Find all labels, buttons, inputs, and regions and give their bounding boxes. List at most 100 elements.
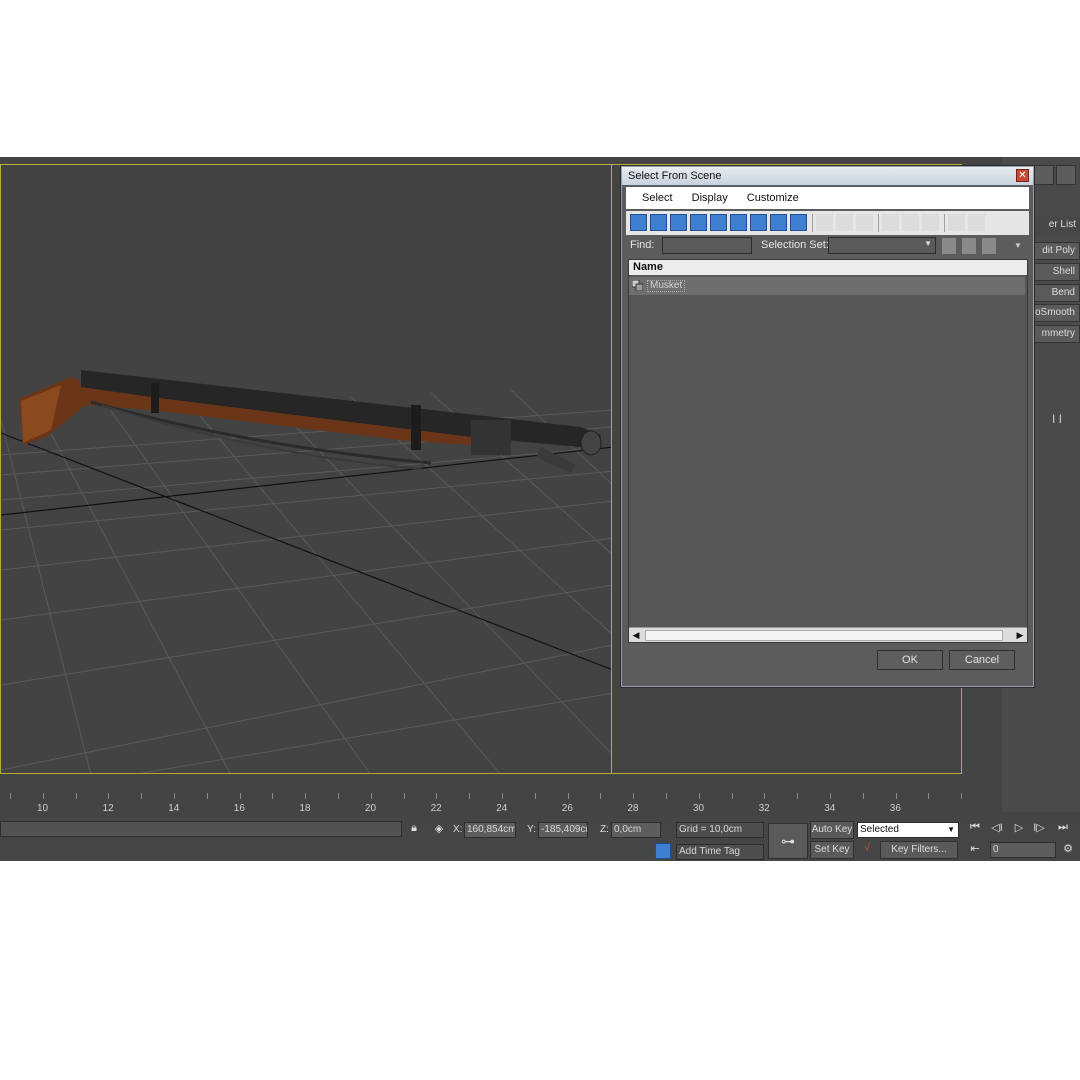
create-selection-set-icon[interactable] (942, 238, 956, 254)
time-tag-icon[interactable] (655, 843, 671, 859)
timeline-tick-label: 28 (627, 803, 639, 814)
key-curve-icon[interactable]: √ (857, 842, 877, 854)
key-mode-value: Selected (860, 824, 899, 835)
display-cameras-icon[interactable] (690, 214, 707, 231)
filter-options-icon[interactable] (968, 214, 985, 231)
grid-axis-x (1, 446, 611, 516)
timeline-tick (75, 793, 77, 799)
current-frame-spinner[interactable]: 0 (990, 842, 1056, 858)
select-invert-icon[interactable] (922, 214, 939, 231)
timeline-tick-label: 18 (299, 803, 311, 814)
go-to-start-icon[interactable]: ⏮ (966, 821, 984, 834)
ok-button[interactable]: OK (877, 650, 943, 670)
timeline-tick (42, 793, 44, 799)
chevron-down-icon: ▼ (924, 239, 932, 248)
timeline-tick (108, 793, 110, 799)
scene-object-list[interactable]: Name Musket ◀ ▶ (628, 259, 1028, 643)
selection-set-dropdown[interactable]: ▼ (828, 237, 936, 254)
x-label: X: (453, 824, 463, 835)
status-bar: 🔒︎ ◈ X: 160,854cm Y: -185,409cm Z: 0,0cm… (0, 817, 1080, 861)
next-frame-icon[interactable]: I▷ (1030, 821, 1048, 834)
scroll-left-icon[interactable]: ◀ (629, 628, 643, 642)
timeline-tick (862, 793, 864, 799)
select-from-scene-dialog: Select From Scene ✕ Select Display Custo… (621, 166, 1034, 687)
transform-type-in-icon[interactable]: ◈ (432, 822, 446, 835)
x-coordinate-field[interactable]: 160,854cm (464, 822, 516, 838)
display-children-icon[interactable] (816, 214, 833, 231)
options-chevron-icon[interactable]: ▼ (1014, 241, 1022, 250)
display-lights-icon[interactable] (670, 214, 687, 231)
timeline-tick (830, 793, 831, 799)
dialog-title-bar[interactable]: Select From Scene ✕ (622, 167, 1033, 185)
go-to-end-icon[interactable]: ⏭ (1054, 821, 1072, 834)
display-shapes-icon[interactable] (650, 214, 667, 231)
remove-from-selection-set-icon[interactable] (982, 238, 996, 254)
lock-selection-icon[interactable]: 🔒︎ (408, 822, 420, 835)
perspective-viewport[interactable] (0, 164, 612, 774)
timeline-tick-label: 10 (37, 803, 49, 814)
timeline-tick-label: 34 (824, 803, 836, 814)
name-column-header[interactable]: Name (629, 260, 1027, 275)
horizontal-scrollbar[interactable]: ◀ ▶ (629, 627, 1027, 642)
menu-select[interactable]: Select (634, 187, 681, 209)
timeline-tick (928, 793, 930, 799)
timeline-tick-label: 22 (430, 803, 442, 814)
pin-stack-icon[interactable]: I I (1052, 412, 1062, 426)
list-item[interactable]: Musket (629, 277, 1025, 295)
cancel-button[interactable]: Cancel (949, 650, 1015, 670)
timeline-tick (666, 793, 667, 799)
display-geometry-icon[interactable] (630, 214, 647, 231)
viewport-scene (1, 370, 611, 773)
display-xrefs-icon[interactable] (770, 214, 787, 231)
timeline-tick (141, 793, 143, 799)
timeline-tick (895, 793, 897, 799)
set-key-button[interactable]: Set Key (810, 841, 854, 859)
list-item-name: Musket (647, 280, 686, 292)
close-icon[interactable]: ✕ (1016, 169, 1029, 182)
timeline-tick-label: 32 (758, 803, 770, 814)
scroll-right-icon[interactable]: ▶ (1013, 628, 1027, 642)
find-label: Find: (630, 239, 655, 251)
hierarchy-tab-icon[interactable] (1056, 165, 1076, 185)
display-dependents-icon[interactable] (856, 214, 873, 231)
key-mode-dropdown[interactable]: Selected ▼ (857, 822, 959, 838)
y-coordinate-field[interactable]: -185,409cm (538, 822, 588, 838)
select-all-icon[interactable] (882, 214, 899, 231)
timeline-tick (272, 793, 274, 799)
chevron-down-icon: ▼ (947, 825, 955, 834)
key-filters-button[interactable]: Key Filters... (880, 841, 958, 859)
timeline-tick-label: 14 (168, 803, 180, 814)
menu-display[interactable]: Display (684, 187, 736, 209)
key-icon[interactable]: ⊶ (768, 823, 808, 859)
auto-key-button[interactable]: Auto Key (810, 821, 854, 839)
time-configuration-icon[interactable]: ⚙ (1060, 842, 1076, 855)
timeline-tick (403, 793, 405, 799)
timeline-tick (698, 793, 700, 799)
timeline-tick-label: 20 (365, 803, 377, 814)
key-mode-toggle-icon[interactable]: ⇤ (966, 842, 984, 855)
dialog-menu-bar: Select Display Customize (626, 187, 1029, 209)
find-input[interactable] (662, 237, 752, 254)
timeline-tick-label: 12 (102, 803, 114, 814)
menu-customize[interactable]: Customize (739, 187, 807, 209)
add-to-selection-set-icon[interactable] (962, 238, 976, 254)
editable-poly-icon (632, 280, 643, 291)
select-none-icon[interactable] (902, 214, 919, 231)
scrollbar-thumb[interactable] (645, 630, 1003, 641)
name-column-label: Name (633, 261, 663, 273)
timeline-tick (370, 793, 372, 799)
z-coordinate-field[interactable]: 0,0cm (611, 822, 661, 838)
timeline-tick (174, 793, 175, 799)
motion-tab-icon[interactable] (1034, 165, 1054, 185)
display-influences-icon[interactable] (836, 214, 853, 231)
add-time-tag-button[interactable]: Add Time Tag (676, 844, 764, 860)
filter-icon[interactable] (948, 214, 965, 231)
time-slider-track[interactable]: 10 12 14 16 18 20 22 24 26 28 30 32 34 36 (0, 793, 963, 815)
previous-frame-icon[interactable]: ◁I (988, 821, 1006, 834)
display-bones-icon[interactable] (790, 214, 807, 231)
display-groups-icon[interactable] (750, 214, 767, 231)
display-space-warps-icon[interactable] (730, 214, 747, 231)
display-helpers-icon[interactable] (710, 214, 727, 231)
play-icon[interactable]: ▷ (1010, 821, 1028, 834)
timeline-tick (961, 793, 963, 799)
